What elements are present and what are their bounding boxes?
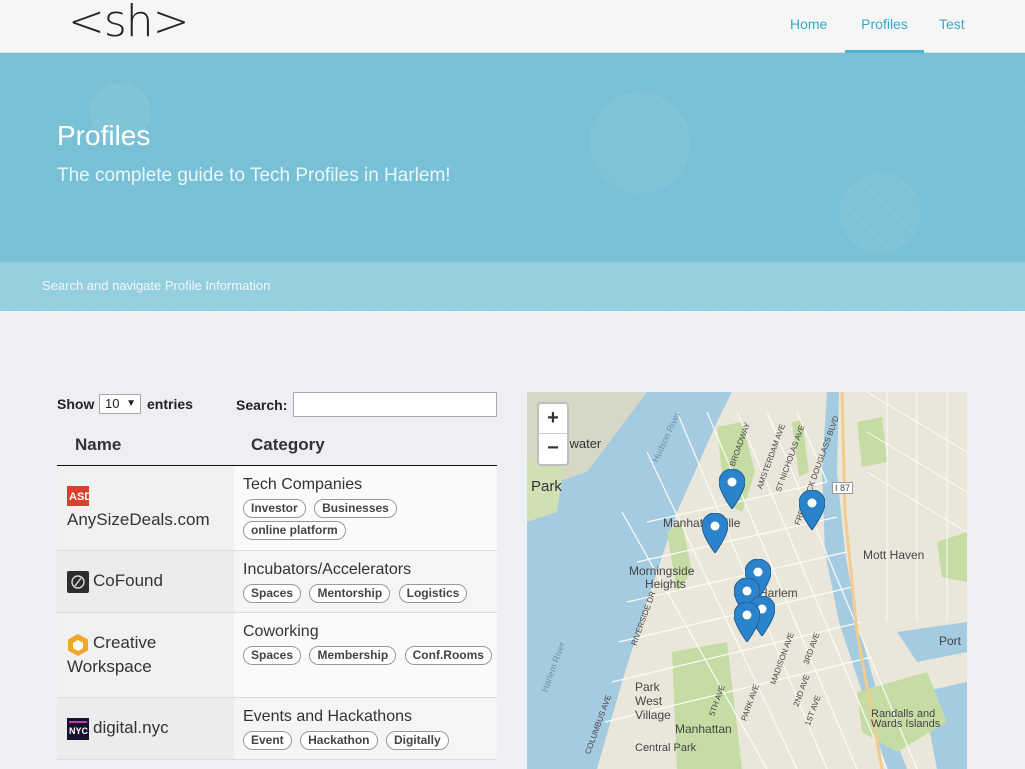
map-label-park-west-3: Village xyxy=(635,708,671,722)
map-label-randalls-2: Wards Islands xyxy=(871,718,941,730)
name-cell: Creative Workspace xyxy=(57,613,234,697)
svg-text:NYC: NYC xyxy=(69,726,89,736)
profile-name[interactable]: digital.nyc xyxy=(93,718,169,738)
entries-label: entries xyxy=(147,396,193,412)
entries-select[interactable]: 10 ▼ xyxy=(99,394,141,414)
map-label-heights: Heights xyxy=(645,577,686,591)
map-label-central-park: Central Park xyxy=(635,742,697,754)
nav-profiles-link[interactable]: Profiles xyxy=(845,16,924,53)
site-logo[interactable]: <sh> xyxy=(68,0,190,47)
category-title: Tech Companies xyxy=(243,476,363,493)
table-row[interactable]: NYC digital.nyc Events and Hackathons Ev… xyxy=(57,698,497,760)
name-cell: CoFound xyxy=(57,551,234,612)
tag-badge[interactable]: Spaces xyxy=(243,646,302,665)
page-subtitle: The complete guide to Tech Profiles in H… xyxy=(57,165,451,186)
tag-badge[interactable]: Conf.Rooms xyxy=(404,646,492,665)
category-title: Incubators/Accelerators xyxy=(243,561,412,578)
zoom-in-button[interactable]: + xyxy=(539,404,567,434)
hero-banner: Profiles The complete guide to Tech Prof… xyxy=(0,53,1025,311)
map-label-park-west-2: West xyxy=(635,694,663,708)
name-cell: NYC digital.nyc xyxy=(57,698,234,759)
tag-badge[interactable]: online platform xyxy=(243,521,346,540)
category-title: Coworking xyxy=(243,623,319,640)
cofound-logo-icon xyxy=(67,571,89,598)
table-row[interactable]: Creative Workspace Coworking Spaces Memb… xyxy=(57,613,497,698)
map-label-port: Port xyxy=(939,634,962,648)
table-row[interactable]: ASD AnySizeDeals.com Tech Companies Inve… xyxy=(57,466,497,551)
page-title: Profiles xyxy=(57,120,151,151)
tag-badge[interactable]: Event xyxy=(243,731,292,750)
map-marker-icon[interactable] xyxy=(719,469,745,509)
map-marker-icon[interactable] xyxy=(799,490,825,530)
tag-badge[interactable]: Logistics xyxy=(398,584,468,603)
search-input[interactable] xyxy=(293,392,497,417)
profile-name-line2[interactable]: Workspace xyxy=(67,657,152,677)
table-row[interactable]: CoFound Incubators/Accelerators Spaces M… xyxy=(57,551,497,613)
table-controls: Show 10 ▼ entries Search: xyxy=(57,392,497,418)
table-header: Name Category xyxy=(57,425,497,466)
profile-name[interactable]: CoFound xyxy=(93,571,163,591)
profile-name[interactable]: AnySizeDeals.com xyxy=(67,510,210,530)
tag-badge[interactable]: Hackathon xyxy=(300,731,378,750)
zoom-out-button[interactable]: − xyxy=(539,434,567,464)
hero-info-bar: Search and navigate Profile Information xyxy=(0,262,1025,311)
tag-badge[interactable]: Investor xyxy=(243,499,306,518)
anysizedeals-logo-icon: ASD xyxy=(67,486,92,511)
digital-nyc-logo-icon: NYC xyxy=(67,718,89,745)
map-label-park: Park xyxy=(531,478,562,495)
nav-test-link[interactable]: Test xyxy=(939,16,965,53)
chevron-down-icon: ▼ xyxy=(126,398,136,409)
map-label-i87: I 87 xyxy=(832,482,854,494)
map-marker-icon[interactable] xyxy=(702,513,728,553)
map-label-manhattan: Manhattan xyxy=(675,722,732,736)
show-label: Show xyxy=(57,396,95,412)
profiles-map[interactable]: + − gewater Park Manhattanville Mornings… xyxy=(527,392,967,769)
nav-home-link[interactable]: Home xyxy=(790,16,827,53)
tag-badge[interactable]: Businesses xyxy=(314,499,397,518)
profiles-table: Name Category ASD AnySizeDeals.com Tech … xyxy=(57,425,497,760)
search-label: Search: xyxy=(236,397,288,413)
hero-info-text: Search and navigate Profile Information xyxy=(42,278,271,293)
category-title: Events and Hackathons xyxy=(243,708,412,725)
tag-badge[interactable]: Digitally xyxy=(385,731,449,750)
svg-text:ASD: ASD xyxy=(69,491,89,503)
category-cell: Incubators/Accelerators Spaces Mentorshi… xyxy=(243,551,497,604)
map-label-park-west-1: Park xyxy=(635,680,660,694)
category-cell: Events and Hackathons Event Hackathon Di… xyxy=(243,698,497,751)
tag-badge[interactable]: Membership xyxy=(309,646,397,665)
column-header-category[interactable]: Category xyxy=(251,435,325,455)
category-cell: Tech Companies Investor Businesses onlin… xyxy=(243,466,497,541)
name-cell: ASD AnySizeDeals.com xyxy=(57,466,234,550)
map-marker-icon[interactable] xyxy=(734,602,760,642)
map-zoom-control: + − xyxy=(537,402,569,466)
category-cell: Coworking Spaces Membership Conf.Rooms xyxy=(243,613,497,666)
profile-name-line1[interactable]: Creative xyxy=(93,633,156,653)
tag-badge[interactable]: Mentorship xyxy=(309,584,391,603)
map-label-morningside: Morningside xyxy=(629,564,695,578)
tag-badge[interactable]: Spaces xyxy=(243,584,302,603)
column-header-name[interactable]: Name xyxy=(75,435,121,455)
top-navbar: <sh> Home Profiles Test xyxy=(0,0,1025,53)
entries-select-value: 10 xyxy=(105,396,120,411)
map-label-mott-haven: Mott Haven xyxy=(863,548,925,562)
